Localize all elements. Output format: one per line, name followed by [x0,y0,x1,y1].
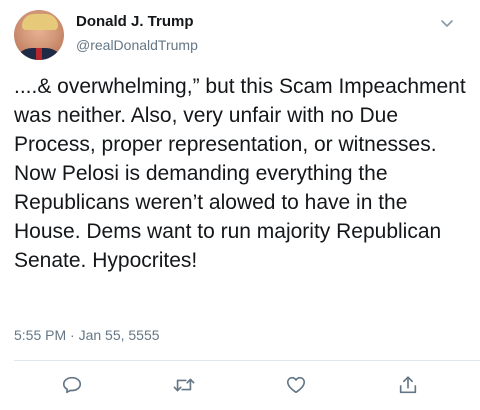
reply-icon[interactable] [60,373,84,397]
avatar-hair [22,14,58,30]
tweet-timestamp[interactable]: 5:55 PM · Jan 55, 5555 [14,327,160,343]
heart-icon[interactable] [284,373,308,397]
tweet-card: Donald J. Trump @realDonaldTrump ....& o… [0,0,480,410]
avatar-tie [36,48,42,60]
retweet-icon[interactable] [172,373,196,397]
share-icon[interactable] [396,373,420,397]
tweet-text: ....& overwhelming,” but this Scam Impea… [14,75,466,272]
author-handle[interactable]: @realDonaldTrump [76,37,198,53]
author-name[interactable]: Donald J. Trump [76,13,194,30]
chevron-down-icon[interactable] [438,14,456,32]
avatar[interactable] [14,10,64,60]
divider [14,360,480,361]
